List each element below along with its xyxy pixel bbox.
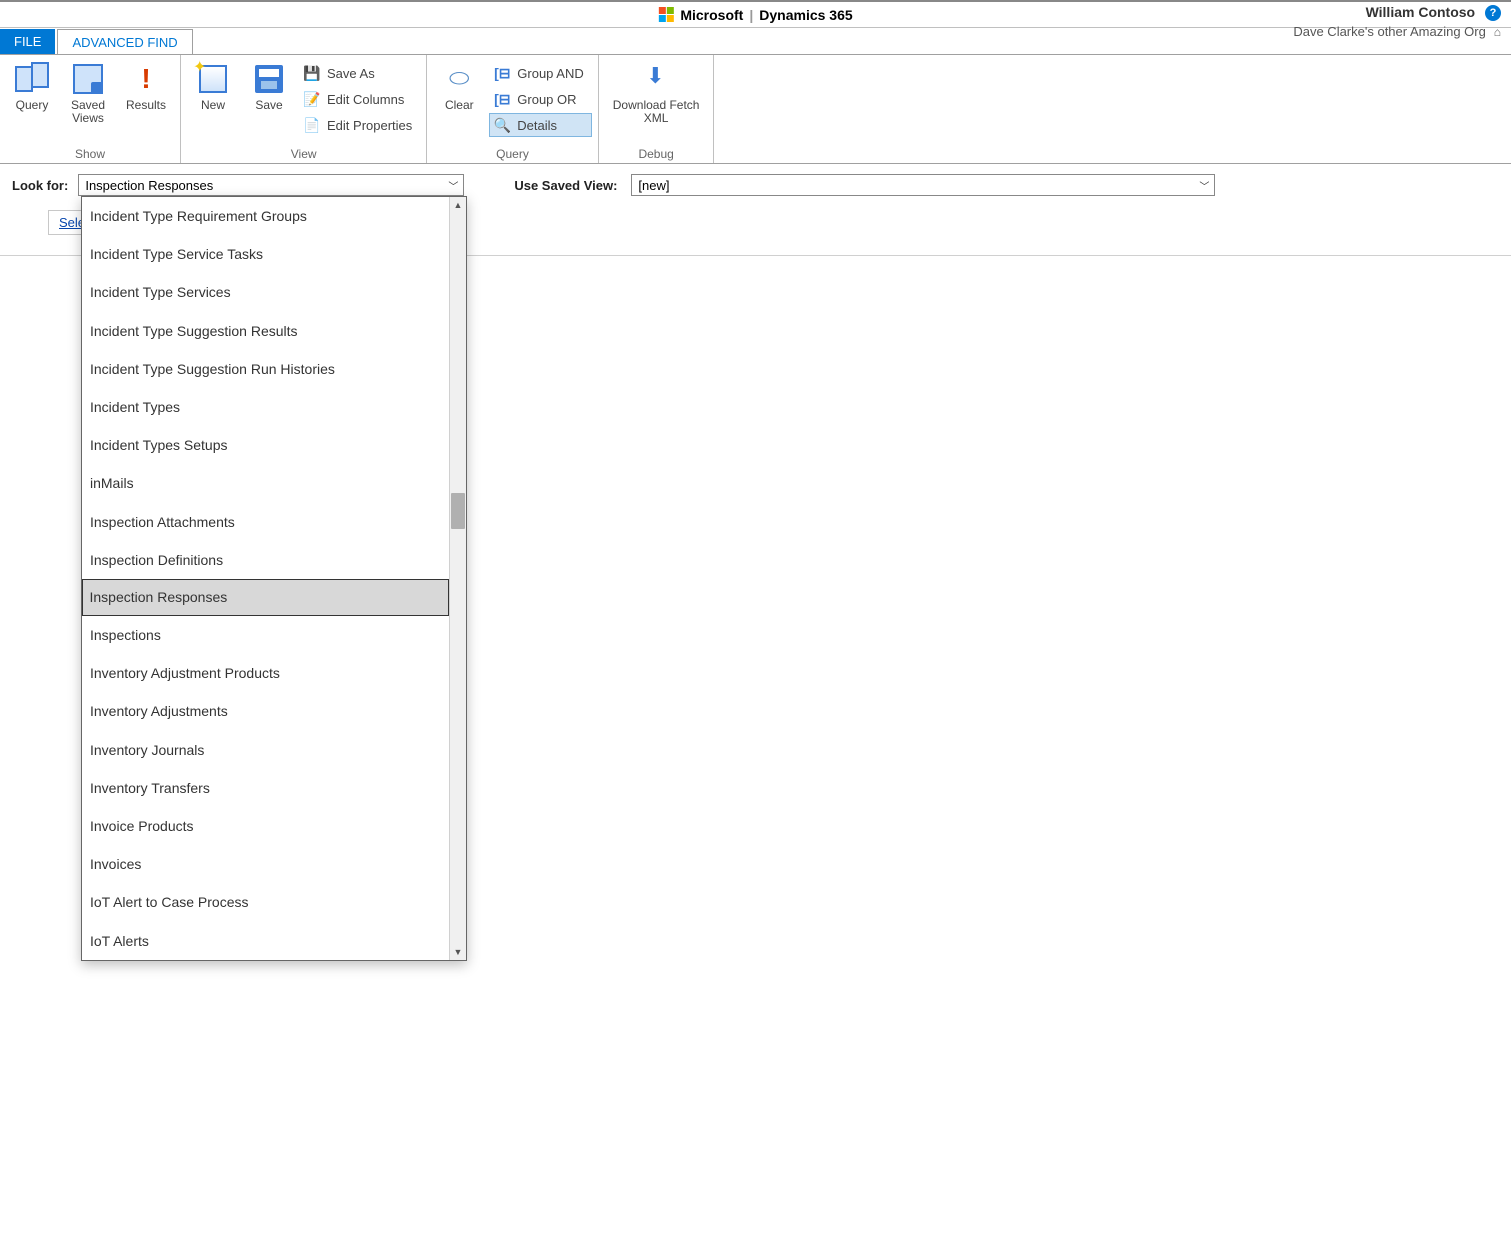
look-for-dropdown: Incident Type Requirement GroupsIncident… [81, 196, 467, 961]
dropdown-item[interactable]: Inventory Transfers [82, 769, 449, 807]
download-fetch-xml-button[interactable]: Download Fetch XML [605, 59, 708, 127]
saved-view-select[interactable]: [new] ﹀ [631, 174, 1215, 196]
title-bar: Microsoft | Dynamics 365 William Contoso… [0, 0, 1511, 28]
product-name: Dynamics 365 [759, 7, 852, 23]
dropdown-item[interactable]: Inventory Adjustment Products [82, 654, 449, 692]
dropdown-item[interactable]: Inspection Attachments [82, 503, 449, 541]
dropdown-item[interactable]: Invoices [82, 845, 449, 883]
edit-columns-icon: 📝 [303, 90, 321, 108]
saved-view-label: Use Saved View: [514, 178, 617, 193]
separator: | [749, 7, 753, 23]
saved-view-value: [new] [638, 178, 669, 193]
dropdown-item[interactable]: Incident Types Setups [82, 426, 449, 464]
home-icon[interactable]: ⌂ [1494, 25, 1501, 39]
download-label: Download Fetch XML [613, 99, 700, 125]
dropdown-item[interactable]: Incident Type Services [82, 273, 449, 311]
microsoft-text: Microsoft [680, 7, 743, 23]
dropdown-item[interactable]: Inspection Definitions [82, 541, 449, 579]
group-and-icon: [⊟ [493, 64, 511, 82]
app-title: Microsoft | Dynamics 365 [658, 7, 852, 23]
dropdown-item[interactable]: Incident Types [82, 388, 449, 426]
ribbon-group-view: New Save 💾 Save As 📝 Edit Columns 📄 Edit… [181, 55, 427, 163]
download-icon [642, 65, 670, 93]
dropdown-item[interactable]: IoT Alerts [82, 922, 449, 960]
help-icon[interactable]: ? [1485, 5, 1501, 21]
group-and-button[interactable]: [⊟ Group AND [489, 61, 591, 85]
dropdown-item[interactable]: Incident Type Suggestion Run Histories [82, 350, 449, 388]
dropdown-item[interactable]: Incident Type Requirement Groups [82, 197, 449, 235]
results-icon: ! [141, 63, 150, 95]
ribbon-group-show: Query Saved Views ! Results Show [0, 55, 181, 163]
save-icon [255, 65, 283, 93]
query-icon [15, 62, 49, 96]
ribbon-group-query: ⬭ Clear [⊟ Group AND [⊟ Group OR 🔍 Detai… [427, 55, 598, 163]
edit-properties-icon: 📄 [303, 116, 321, 134]
group-or-button[interactable]: [⊟ Group OR [489, 87, 591, 111]
edit-properties-button[interactable]: 📄 Edit Properties [299, 113, 420, 137]
dropdown-item[interactable]: Inventory Adjustments [82, 692, 449, 730]
save-as-button[interactable]: 💾 Save As [299, 61, 420, 85]
details-icon: 🔍 [493, 116, 511, 134]
dropdown-item[interactable]: IoT Alert to Case Process [82, 883, 449, 921]
scroll-track[interactable] [450, 213, 466, 944]
chevron-down-icon: ﹀ [448, 178, 458, 193]
scroll-down-arrow-icon[interactable]: ▼ [450, 944, 466, 960]
dropdown-item[interactable]: Incident Type Service Tasks [82, 235, 449, 273]
saved-views-icon [73, 64, 103, 94]
group-view-label: View [187, 145, 420, 161]
details-button[interactable]: 🔍 Details [489, 113, 591, 137]
ribbon-tabs: FILE ADVANCED FIND [0, 28, 1511, 54]
dropdown-item[interactable]: Invoice Products [82, 807, 449, 845]
query-label: Query [16, 99, 49, 112]
group-or-label: Group OR [517, 92, 576, 107]
group-or-icon: [⊟ [493, 90, 511, 108]
user-name: William Contoso [1366, 4, 1476, 20]
ribbon: Query Saved Views ! Results Show New Sav… [0, 54, 1511, 164]
details-label: Details [517, 118, 557, 133]
clear-label: Clear [445, 99, 474, 112]
dropdown-item[interactable]: inMails [82, 464, 449, 502]
edit-properties-label: Edit Properties [327, 118, 412, 133]
results-label: Results [126, 99, 166, 112]
group-query-label: Query [433, 145, 591, 161]
tab-file[interactable]: FILE [0, 29, 55, 54]
user-area: William Contoso ? Dave Clarke's other Am… [1293, 4, 1501, 40]
scroll-up-arrow-icon[interactable]: ▲ [450, 197, 466, 213]
look-for-label: Look for: [12, 178, 68, 193]
new-label: New [201, 99, 225, 112]
dropdown-item[interactable]: Inspection Responses [82, 579, 449, 616]
scroll-thumb[interactable] [451, 493, 465, 529]
microsoft-logo-icon [658, 7, 674, 23]
dropdown-item[interactable]: Inspections [82, 616, 449, 654]
edit-columns-button[interactable]: 📝 Edit Columns [299, 87, 420, 111]
dropdown-item[interactable]: Inventory Journals [82, 731, 449, 769]
dropdown-item[interactable]: Incident Type Suggestion Results [82, 312, 449, 350]
save-label: Save [255, 99, 282, 112]
group-and-label: Group AND [517, 66, 583, 81]
group-debug-label: Debug [605, 145, 708, 161]
look-for-select[interactable]: Inspection Responses ﹀ [78, 174, 464, 196]
clear-button[interactable]: ⬭ Clear [433, 59, 485, 114]
look-for-value: Inspection Responses [85, 178, 213, 193]
clear-icon: ⬭ [449, 65, 470, 93]
scrollbar[interactable]: ▲ ▼ [449, 197, 466, 960]
saved-views-button[interactable]: Saved Views [62, 59, 114, 127]
query-button[interactable]: Query [6, 59, 58, 114]
saved-views-label: Saved Views [71, 99, 105, 125]
ribbon-group-debug: Download Fetch XML Debug [599, 55, 715, 163]
save-button[interactable]: Save [243, 59, 295, 114]
dropdown-list: Incident Type Requirement GroupsIncident… [82, 197, 449, 960]
save-as-icon: 💾 [303, 64, 321, 82]
tab-advanced-find[interactable]: ADVANCED FIND [57, 29, 192, 54]
edit-columns-label: Edit Columns [327, 92, 404, 107]
new-button[interactable]: New [187, 59, 239, 114]
group-show-label: Show [6, 145, 174, 161]
save-as-label: Save As [327, 66, 375, 81]
org-name: Dave Clarke's other Amazing Org [1293, 24, 1486, 39]
new-icon [199, 65, 227, 93]
results-button[interactable]: ! Results [118, 59, 174, 114]
chevron-down-icon: ﹀ [1199, 178, 1209, 193]
